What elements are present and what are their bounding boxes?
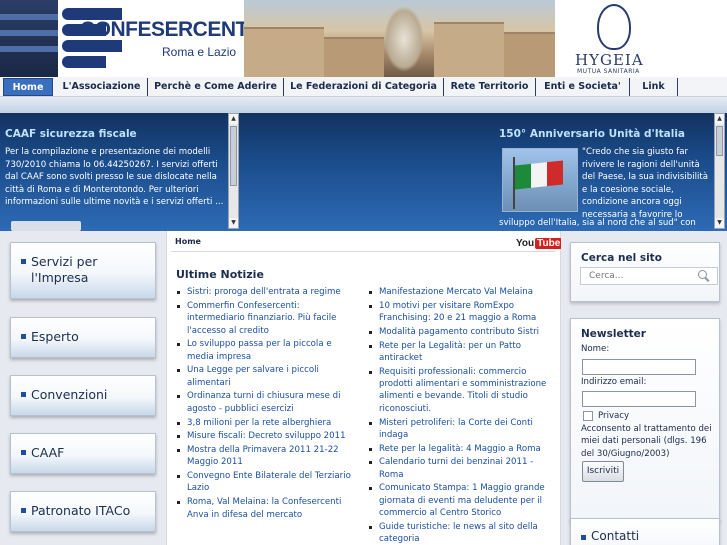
caaf-text: Per la compilazione e presentazione dei … [5, 147, 224, 208]
sidebar-item-patronato[interactable]: Patronato ITACo [10, 491, 156, 532]
anniversary-text-tail: sviluppo dell'Italia, sia al nord che al… [499, 218, 696, 228]
header-photo [244, 0, 555, 77]
news-item[interactable]: Modalità pagamento contributo Sistri [367, 326, 553, 338]
bullet-icon [21, 392, 26, 397]
news-item[interactable]: Sistri: proroga dell'entrata a regime [175, 286, 357, 298]
youtube-icon[interactable]: You Tube [516, 238, 563, 249]
news-item[interactable]: Convegno Ente Bilaterale del Terziario L… [175, 470, 357, 495]
sidebar-item-label: Patronato ITACo [31, 503, 131, 518]
youtube-label-badge: Tube [535, 238, 563, 249]
news-list-right: Manifestazione Mercato Val Melaina 10 mo… [367, 286, 553, 545]
feature-band-top [0, 97, 727, 113]
search-title: Cerca nel sito [581, 252, 662, 264]
email-field[interactable] [582, 391, 696, 407]
header-left-decoration [0, 0, 58, 77]
news-title: Ultime Notizie [176, 268, 264, 281]
news-item[interactable]: Manifestazione Mercato Val Melaina [367, 286, 553, 298]
newsletter-title: Newsletter [581, 328, 646, 340]
news-item[interactable]: Commerfin Confesercenti: intermediario f… [175, 300, 357, 337]
nav-link[interactable]: Link [630, 78, 678, 96]
nav-federazioni[interactable]: Le Federazioni di Categoria [284, 78, 444, 96]
news-item[interactable]: Guide turistiche: le news al sito della … [367, 521, 553, 545]
scroll-down-icon[interactable]: ▼ [715, 218, 724, 228]
news-item[interactable]: Calendario turni dei benzinai 2011 - Rom… [367, 456, 553, 481]
site-header: CONFESERCENTI Roma e Lazio HYGEIA MUTUA … [0, 0, 727, 77]
bullet-icon [21, 259, 26, 264]
news-item[interactable]: Roma, Val Melaina: la Confesercenti Anva… [175, 496, 357, 521]
anniversary-feature: 150° Anniversario Unità d'Italia "Credo … [496, 113, 714, 231]
search-icon[interactable] [698, 270, 710, 282]
sidebar-item-esperto[interactable]: Esperto [10, 317, 156, 358]
caaf-scrollbar[interactable]: ▲ ▼ [228, 113, 239, 229]
italian-flag-image [502, 148, 578, 212]
news-item[interactable]: 3,8 milioni per la rete alberghiera [175, 417, 357, 429]
sidebar-item-servizi-impresa[interactable]: Servizi per l'Impresa [10, 242, 156, 299]
nav-home[interactable]: Home [3, 78, 53, 96]
anniversary-text: "Credo che sia giusto far rivivere le ra… [582, 147, 709, 220]
anniversary-scrollbar[interactable]: ▲ ▼ [714, 113, 725, 229]
caaf-feature: CAAF sicurezza fiscale Per la compilazio… [5, 113, 233, 231]
logo-subtitle: Roma e Lazio [162, 45, 237, 59]
news-item[interactable]: Rete per la Legalità: per un Patto antir… [367, 340, 553, 365]
subscribe-button[interactable]: Iscriviti [582, 461, 624, 482]
name-field[interactable] [582, 359, 696, 375]
news-item[interactable]: Rete per la legalità: 4 Maggio a Roma [367, 443, 553, 455]
newsletter-box: Newsletter Nome: Indirizzo email: Privac… [570, 318, 720, 522]
news-item[interactable]: Una Legge per salvare i piccoli alimenta… [175, 364, 357, 389]
hygeia-subtitle: MUTUA SANITARIA [577, 68, 640, 75]
caaf-title[interactable]: CAAF sicurezza fiscale [5, 128, 233, 140]
breadcrumb[interactable]: Home [175, 237, 201, 246]
bullet-icon [21, 450, 26, 455]
main-nav: Home L'Associazione Perchè e Come Aderir… [0, 77, 727, 97]
hygeia-head-icon [597, 4, 631, 50]
name-label: Nome: [581, 344, 610, 354]
privacy-terms: Acconsento al trattamento dei miei dati … [581, 424, 712, 459]
bullet-icon [21, 334, 26, 339]
news-item[interactable]: Comunicato Stampa: 1 Maggio grande giorn… [367, 482, 553, 519]
left-sidebar: Servizi per l'Impresa Esperto Convenzion… [0, 231, 166, 545]
news-item[interactable]: Ordinanza turni di chiusura mese di agos… [175, 390, 357, 415]
caaf-more-button[interactable] [11, 221, 81, 231]
sidebar-item-label: Esperto [31, 329, 79, 344]
hygeia-name: HYGEIA [575, 51, 644, 69]
privacy-checkbox[interactable] [583, 411, 593, 421]
anniversary-title[interactable]: 150° Anniversario Unità d'Italia [499, 128, 714, 140]
sidebar-item-caaf[interactable]: CAAF [10, 433, 156, 474]
sidebar-item-convenzioni[interactable]: Convenzioni [10, 375, 156, 416]
news-list-left: Sistri: proroga dell'entrata a regime Co… [175, 286, 357, 522]
contacts-box[interactable]: Contatti [570, 518, 720, 545]
sidebar-item-label: Servizi per [31, 254, 98, 269]
news-item[interactable]: Misure fiscali: Decreto sviluppo 2011 [175, 430, 357, 442]
news-item[interactable]: Requisiti professionali: commercio prodo… [367, 366, 553, 416]
email-label: Indirizzo email: [581, 377, 647, 387]
sidebar-item-label: Convenzioni [31, 387, 108, 402]
privacy-label: Privacy [598, 411, 630, 421]
scroll-up-icon[interactable]: ▲ [229, 114, 238, 124]
right-sidebar: Cerca nel sito Newsletter Nome: Indirizz… [561, 231, 727, 545]
youtube-label: You [516, 238, 535, 249]
contacts-title: Contatti [591, 529, 640, 543]
nav-perche-aderire[interactable]: Perchè e Come Aderire [148, 78, 284, 96]
confesercenti-logo[interactable]: CONFESERCENTI Roma e Lazio [58, 0, 254, 77]
nav-enti-societa[interactable]: Enti e Societa' [536, 78, 630, 96]
nav-associazione[interactable]: L'Associazione [56, 78, 148, 96]
news-item[interactable]: 10 motivi per visitare RomExpo Franchisi… [367, 300, 553, 325]
bullet-icon [581, 535, 586, 540]
news-item[interactable]: Mostra della Primavera 2011 21-22 Maggio… [175, 444, 357, 469]
scroll-down-icon[interactable]: ▼ [229, 218, 238, 228]
scroll-thumb[interactable] [716, 126, 723, 156]
main-content: Home You Tube Ultime Notizie Sistri: pror… [166, 231, 563, 545]
search-box: Cerca nel sito [570, 242, 720, 302]
bullet-icon [21, 508, 26, 513]
scroll-up-icon[interactable]: ▲ [715, 114, 724, 124]
logo-name: CONFESERCENTI [80, 18, 254, 41]
nav-rete-territorio[interactable]: Rete Territorio [444, 78, 536, 96]
hygeia-logo[interactable]: HYGEIA MUTUA SANITARIA [555, 0, 727, 77]
sidebar-item-label: CAAF [31, 445, 65, 460]
news-item[interactable]: Lo sviluppo passa per la piccola e media… [175, 338, 357, 363]
breadcrumb-bar: Home You Tube [171, 234, 563, 252]
scroll-thumb[interactable] [230, 126, 237, 186]
sidebar-item-label: l'Impresa [31, 270, 89, 285]
news-item[interactable]: Misteri petroliferi: la Corte dei Conti … [367, 417, 553, 442]
